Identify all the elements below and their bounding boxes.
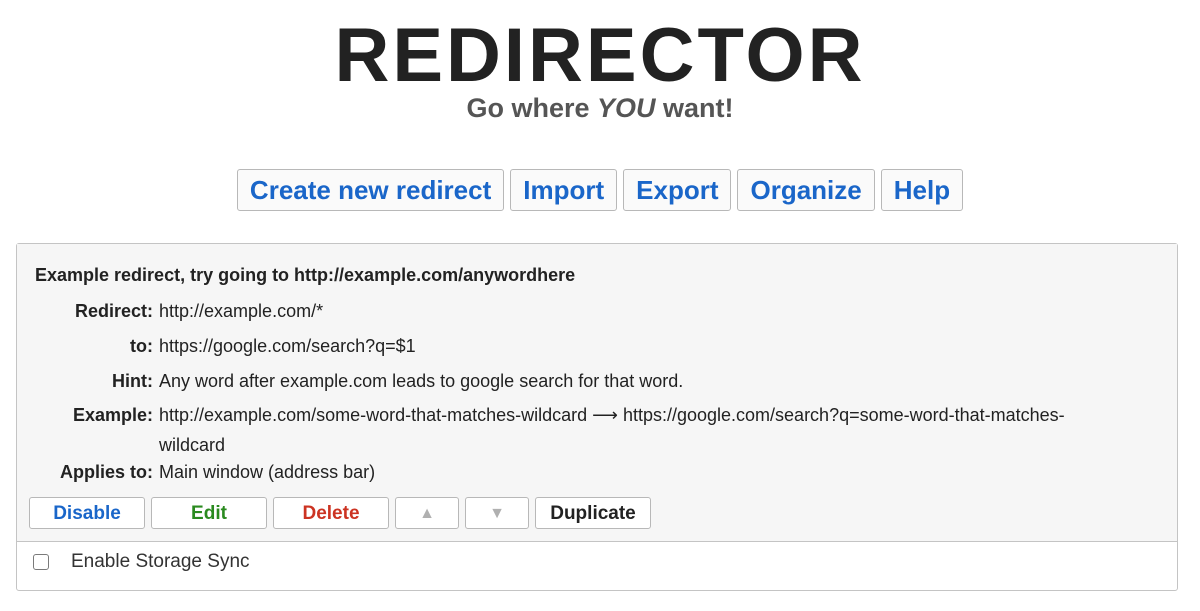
storage-sync-label[interactable]: Enable Storage Sync bbox=[71, 551, 250, 573]
redirect-list-panel: Example redirect, try going to http://ex… bbox=[16, 243, 1178, 591]
redirect-from-value: http://example.com/* bbox=[159, 301, 324, 321]
redirect-to-value: https://google.com/search?q=$1 bbox=[159, 336, 416, 356]
redirect-applies-value: Main window (address bar) bbox=[159, 462, 376, 482]
redirect-applies-label: Applies to: bbox=[60, 462, 153, 482]
redirect-actions: Disable Edit Delete ▲ ▼ Duplicate bbox=[29, 497, 651, 529]
redirect-title: Example redirect, try going to http://ex… bbox=[35, 265, 576, 285]
tagline-end: want! bbox=[655, 93, 734, 123]
duplicate-button[interactable]: Duplicate bbox=[535, 497, 651, 529]
organize-button[interactable]: Organize bbox=[737, 169, 875, 211]
storage-sync-row: Enable Storage Sync bbox=[33, 551, 250, 573]
help-button[interactable]: Help bbox=[880, 169, 964, 211]
redirect-hint-label: Hint: bbox=[112, 371, 153, 391]
move-down-button[interactable]: ▼ bbox=[465, 497, 529, 529]
create-redirect-button[interactable]: Create new redirect bbox=[236, 169, 505, 211]
delete-button[interactable]: Delete bbox=[273, 497, 389, 529]
move-up-button[interactable]: ▲ bbox=[395, 497, 459, 529]
redirect-to-label: to: bbox=[130, 336, 153, 356]
edit-button[interactable]: Edit bbox=[151, 497, 267, 529]
redirect-hint-value: Any word after example.com leads to goog… bbox=[159, 371, 684, 391]
redirect-from-label: Redirect: bbox=[74, 301, 153, 321]
import-button[interactable]: Import bbox=[510, 169, 618, 211]
tagline-emphasis: YOU bbox=[597, 93, 656, 123]
tagline: Go where YOU want! bbox=[0, 92, 1200, 124]
export-button[interactable]: Export bbox=[623, 169, 732, 211]
app-logo: REDIRECTOR bbox=[334, 13, 866, 98]
main-menu: Create new redirect Import Export Organi… bbox=[0, 169, 1200, 211]
storage-sync-checkbox[interactable] bbox=[33, 554, 49, 570]
redirect-item: Example redirect, try going to http://ex… bbox=[17, 244, 1177, 542]
tagline-start: Go where bbox=[466, 93, 597, 123]
redirect-example-label: Example: bbox=[72, 405, 153, 425]
redirect-example-value: http://example.com/some-word-that-matche… bbox=[159, 405, 1065, 455]
disable-button[interactable]: Disable bbox=[29, 497, 145, 529]
